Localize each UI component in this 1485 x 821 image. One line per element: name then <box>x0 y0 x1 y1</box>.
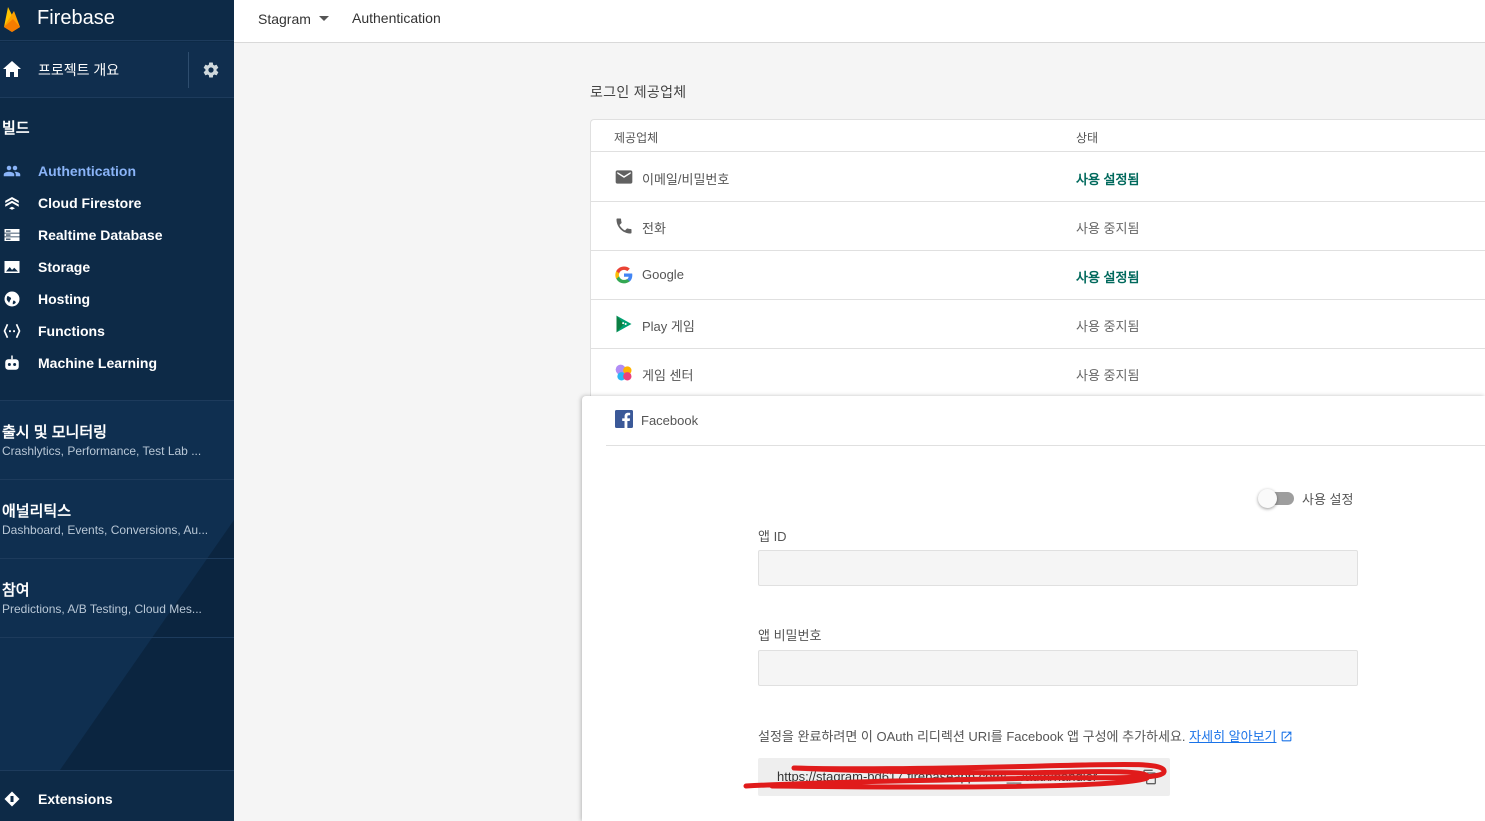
project-overview-label[interactable]: 프로젝트 개요 <box>38 60 119 80</box>
sidebar-item-label: Machine Learning <box>38 355 158 371</box>
image-icon <box>4 261 20 273</box>
sidebar-group-release-monitor[interactable]: 출시 및 모니터링 Crashlytics, Performance, Test… <box>0 400 234 479</box>
provider-row-game-center[interactable]: 게임 센터 사용 중지됨 <box>591 349 1485 398</box>
sidebar-item-label: Realtime Database <box>38 227 163 243</box>
provider-row-email[interactable]: 이메일/비밀번호 사용 설정됨 <box>591 153 1485 202</box>
firebase-logo-icon <box>4 7 20 32</box>
learn-more-link[interactable]: 자세히 알아보기 <box>1189 729 1276 744</box>
column-provider: 제공업체 <box>614 131 659 145</box>
facebook-icon <box>615 410 633 428</box>
provider-name: Google <box>642 267 684 282</box>
app-name: Firebase <box>37 7 115 29</box>
app-id-label: 앱 ID <box>758 529 787 544</box>
sidebar-item-functions[interactable]: Functions <box>0 317 234 345</box>
globe-icon <box>4 291 20 307</box>
build-section-title: 빌드 <box>2 120 30 137</box>
google-icon <box>615 266 633 284</box>
sidebar-item-label: Storage <box>38 259 91 275</box>
provider-name: 이메일/비밀번호 <box>642 172 730 187</box>
sidebar-group-engage[interactable]: 참여 Predictions, A/B Testing, Cloud Mes..… <box>0 558 234 637</box>
external-link-icon[interactable] <box>1280 730 1293 743</box>
breadcrumb: Authentication <box>352 10 441 26</box>
sign-in-providers-title: 로그인 제공업체 <box>590 84 687 100</box>
play-games-icon <box>616 315 632 333</box>
group-subtitle: Crashlytics, Performance, Test Lab ... <box>2 444 202 458</box>
app-secret-label: 앱 비밀번호 <box>758 628 822 643</box>
game-center-icon <box>615 364 632 381</box>
status-badge: 사용 설정됨 <box>1076 172 1140 187</box>
people-icon <box>3 165 21 177</box>
robot-icon <box>5 355 19 370</box>
sidebar-item-label: Hosting <box>38 291 91 307</box>
sidebar-group-analytics[interactable]: 애널리틱스 Dashboard, Events, Conversions, Au… <box>0 479 234 558</box>
overview-divider <box>188 52 189 88</box>
sidebar-item-machine-learning[interactable]: Machine Learning <box>0 349 234 377</box>
providers-table-header: 제공업체 상태 <box>591 120 1485 152</box>
extensions-icon <box>4 791 20 807</box>
provider-name: 전화 <box>642 221 666 236</box>
status-badge: 사용 설정됨 <box>1076 270 1140 285</box>
sidebar-item-cloud-firestore[interactable]: Cloud Firestore <box>0 189 234 217</box>
database-icon <box>4 229 20 241</box>
group-subtitle: Dashboard, Events, Conversions, Au... <box>2 523 209 537</box>
provider-row-facebook[interactable]: Facebook <box>606 396 1485 446</box>
column-status: 상태 <box>1076 131 1099 145</box>
sidebar-item-hosting[interactable]: Hosting <box>0 285 234 313</box>
status-badge: 사용 중지됨 <box>1076 368 1140 383</box>
enable-toggle-label: 사용 설정 <box>1302 492 1354 507</box>
firestore-icon <box>5 197 19 210</box>
toggle-knob <box>1258 489 1277 508</box>
provider-name: Facebook <box>641 413 699 428</box>
group-title: 출시 및 모니터링 <box>2 424 107 441</box>
app-id-field[interactable] <box>758 550 1358 586</box>
provider-row-play-games[interactable]: Play 게임 사용 중지됨 <box>591 300 1485 349</box>
phone-icon <box>616 218 632 234</box>
chevron-down-icon[interactable] <box>319 16 329 21</box>
sidebar-item-extensions[interactable]: Extensions <box>0 770 234 821</box>
group-subtitle: Predictions, A/B Testing, Cloud Mes... <box>2 602 202 616</box>
home-icon[interactable] <box>3 61 21 77</box>
providers-table: 제공업체 상태 이메일/비밀번호 사용 설정됨 전화 사용 중지됨 Google… <box>590 119 1485 397</box>
gear-icon[interactable] <box>202 61 220 79</box>
firebase-brand[interactable]: Firebase <box>0 0 234 41</box>
sidebar-item-label: Authentication <box>38 163 136 179</box>
provider-name: 게임 센터 <box>642 368 694 383</box>
group-title: 애널리틱스 <box>2 503 72 520</box>
sidebar-divider <box>0 637 234 638</box>
project-selector[interactable]: Stagram <box>258 11 311 27</box>
provider-row-phone[interactable]: 전화 사용 중지됨 <box>591 202 1485 251</box>
top-bar: Stagram Authentication <box>234 0 1485 43</box>
project-overview: 프로젝트 개요 <box>0 42 234 98</box>
sidebar-item-realtime-database[interactable]: Realtime Database <box>0 221 234 249</box>
provider-row-google[interactable]: Google 사용 설정됨 <box>591 251 1485 300</box>
sidebar-item-label: Cloud Firestore <box>38 195 142 211</box>
sidebar-item-storage[interactable]: Storage <box>0 253 234 281</box>
red-redaction-scribble <box>743 761 1167 790</box>
instruction-text: 설정을 완료하려면 이 OAuth 리디렉션 URI를 Facebook 앱 구… <box>758 729 1190 744</box>
redirect-instruction: 설정을 완료하려면 이 OAuth 리디렉션 URI를 Facebook 앱 구… <box>758 726 1293 745</box>
status-badge: 사용 중지됨 <box>1076 319 1140 334</box>
enable-toggle[interactable] <box>1258 488 1294 508</box>
facebook-provider-panel: Facebook 사용 설정 앱 ID 앱 비밀번호 설정을 완료하려면 이 O… <box>582 396 1485 821</box>
provider-name: Play 게임 <box>642 319 695 334</box>
functions-icon <box>3 323 21 339</box>
sidebar-item-label: Functions <box>38 323 105 339</box>
status-badge: 사용 중지됨 <box>1076 221 1140 236</box>
mail-icon <box>615 170 633 184</box>
extensions-label: Extensions <box>38 791 113 807</box>
app-secret-field[interactable] <box>758 650 1358 686</box>
group-title: 참여 <box>2 582 30 599</box>
sidebar-item-authentication[interactable]: Authentication <box>0 157 234 185</box>
sidebar: Firebase 프로젝트 개요 빌드 Authentication Cloud… <box>0 0 234 821</box>
